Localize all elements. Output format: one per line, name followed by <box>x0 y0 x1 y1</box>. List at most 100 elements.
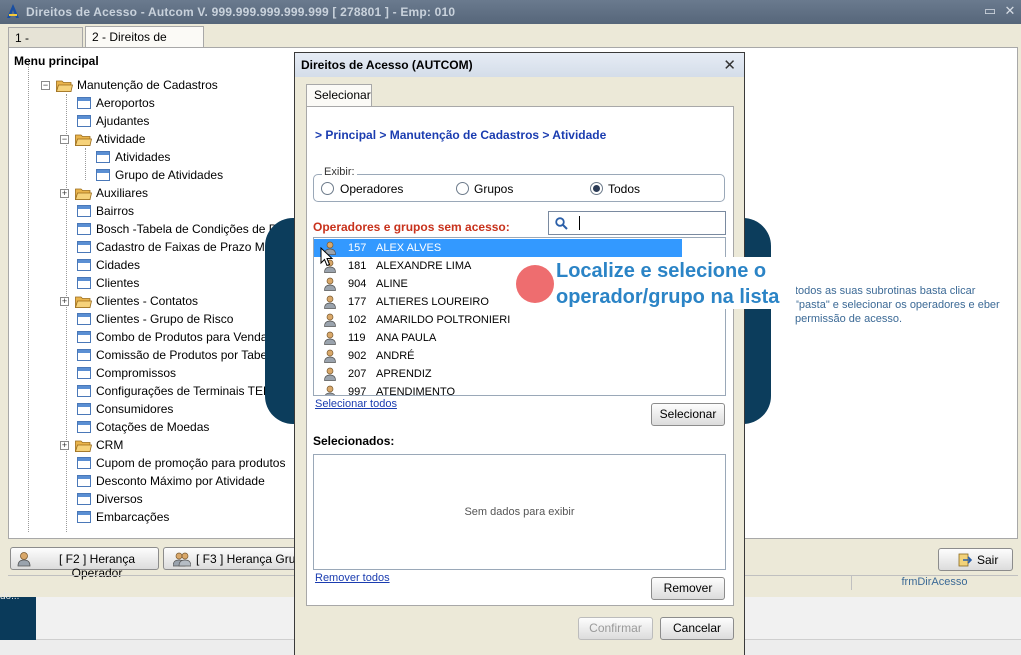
tree-item[interactable]: Combo de Produtos para Venda <box>96 328 267 346</box>
operator-code: 904 <box>348 278 367 290</box>
confirmar-button[interactable]: Confirmar <box>578 617 653 640</box>
search-input[interactable] <box>548 211 726 235</box>
menu-title: Menu principal <box>14 54 99 68</box>
exit-icon <box>958 553 972 567</box>
remover-label: Remover <box>663 581 713 595</box>
tree-guide-line <box>85 148 86 180</box>
selecionar-button[interactable]: Selecionar <box>651 403 725 426</box>
sair-button[interactable]: Sair <box>938 548 1013 571</box>
tree-item[interactable]: Clientes <box>96 274 139 292</box>
tree-item[interactable]: Cupom de promoção para produtos <box>96 454 285 472</box>
tree-item[interactable]: Grupo de Atividades <box>115 166 223 184</box>
dialog-close-icon[interactable]: ✕ <box>723 56 736 74</box>
window-close-button[interactable]: ✕ <box>1003 4 1017 18</box>
mouse-pointer-icon <box>320 247 334 267</box>
tree-item[interactable]: Aeroportos <box>96 94 155 112</box>
tree-item[interactable]: Configurações de Terminais TEF <box>96 382 270 400</box>
expand-icon[interactable]: + <box>60 189 69 198</box>
tree-item[interactable]: Cadastro de Faixas de Prazo Méd <box>96 238 278 256</box>
operator-row[interactable]: 997 ATENDIMENTO <box>314 383 682 395</box>
user-icon <box>324 331 336 345</box>
form-icon <box>77 511 91 523</box>
radio-grupos[interactable] <box>456 182 469 195</box>
annotation-dot <box>516 265 554 303</box>
tab-pesquisar[interactable]: 1 - Pesquisar <box>8 27 83 65</box>
operator-row[interactable]: 102 AMARILDO POLTRONIERI <box>314 311 682 329</box>
text-cursor <box>579 216 580 230</box>
tree-item[interactable]: Compromissos <box>96 364 176 382</box>
user-icon <box>324 349 336 363</box>
form-icon <box>77 349 91 361</box>
annotation-line-1: Localize e selecione o <box>556 260 767 282</box>
radio-todos-label[interactable]: Todos <box>608 182 640 196</box>
operator-row[interactable]: 119 ANA PAULA <box>314 329 682 347</box>
form-icon <box>96 169 110 181</box>
collapse-icon[interactable]: − <box>41 81 50 90</box>
tree-item[interactable]: Consumidores <box>96 400 173 418</box>
expand-icon[interactable]: + <box>60 297 69 306</box>
tree-item[interactable]: Cidades <box>96 256 140 274</box>
tree-item[interactable]: Ajudantes <box>96 112 149 130</box>
tree-item[interactable]: CRM <box>96 436 123 454</box>
selected-title: Selecionados: <box>313 434 395 448</box>
title-bar: Direitos de Acesso - Autcom V. 999.999.9… <box>0 0 1021 24</box>
tree-item[interactable]: Comissão de Produtos por Tabe <box>96 346 267 364</box>
select-all-link[interactable]: Selecionar todos <box>315 398 397 410</box>
collapse-icon[interactable]: − <box>60 135 69 144</box>
operator-name: ALTIERES LOUREIRO <box>376 296 489 308</box>
form-icon <box>77 115 91 127</box>
tree-item[interactable]: Clientes - Contatos <box>96 292 198 310</box>
dialog-title-bar: Direitos de Acesso (AUTCOM) ✕ <box>295 53 744 77</box>
form-icon <box>96 151 110 163</box>
folder-icon <box>75 188 92 200</box>
operator-code: 902 <box>348 350 367 362</box>
operator-code: 157 <box>348 242 367 254</box>
radio-operadores-label[interactable]: Operadores <box>340 182 403 196</box>
tree-item[interactable]: Embarcações <box>96 508 169 526</box>
restore-button[interactable]: ▭ <box>983 4 997 18</box>
heranca-grupo-button[interactable]: [ F3 ] Herança Grupo <box>163 547 309 570</box>
tree-guide-line <box>66 94 67 532</box>
dialog-title: Direitos de Acesso (AUTCOM) <box>301 58 473 72</box>
folder-icon <box>75 440 92 452</box>
cancelar-button[interactable]: Cancelar <box>660 617 734 640</box>
form-icon <box>77 385 91 397</box>
section-title-sem-acesso: Operadores e grupos sem acesso: <box>313 220 510 234</box>
form-icon <box>77 457 91 469</box>
tree-item[interactable]: Bairros <box>96 202 134 220</box>
confirmar-label: Confirmar <box>589 621 642 635</box>
tree-item[interactable]: Clientes - Grupo de Risco <box>96 310 233 328</box>
tab-selecionar[interactable]: Selecionar <box>306 84 372 106</box>
tree-item[interactable]: Auxiliares <box>96 184 148 202</box>
operator-name: ALINE <box>376 278 408 290</box>
cancelar-label: Cancelar <box>672 621 722 635</box>
user-icon <box>17 552 31 567</box>
remover-button[interactable]: Remover <box>651 577 725 600</box>
operator-row[interactable]: 157 ALEX ALVES <box>314 239 682 257</box>
radio-todos[interactable] <box>590 182 603 195</box>
annotation-text: Localize e selecione o operador/grupo na… <box>556 258 779 310</box>
operator-code: 102 <box>348 314 367 326</box>
radio-grupos-label[interactable]: Grupos <box>474 182 513 196</box>
folder-icon <box>56 80 73 92</box>
tree-item[interactable]: Cotações de Moedas <box>96 418 209 436</box>
tree-item[interactable]: Manutenção de Cadastros <box>77 76 218 94</box>
tree-item[interactable]: Bosch -Tabela de Condições de Pa <box>96 220 283 238</box>
help-description: todos as suas subrotinas basta clicar "p… <box>795 285 1000 325</box>
exibir-label: Exibir: <box>322 166 357 178</box>
tree-item[interactable]: Atividades <box>115 148 170 166</box>
operator-row[interactable]: 207 APRENDIZ <box>314 365 682 383</box>
footer-left-text: do... <box>0 591 20 602</box>
heranca-operador-button[interactable]: [ F2 ] Herança Operador <box>10 547 159 580</box>
remove-all-link[interactable]: Remover todos <box>315 572 390 584</box>
tab-direitos-de-acesso[interactable]: 2 - Direitos de Acesso <box>85 26 204 64</box>
expand-icon[interactable]: + <box>60 441 69 450</box>
tree-item[interactable]: Diversos <box>96 490 143 508</box>
form-icon <box>77 367 91 379</box>
breadcrumb: > Principal > Manutenção de Cadastros > … <box>315 128 607 142</box>
tree-item[interactable]: Desconto Máximo por Atividade <box>96 472 265 490</box>
app-logo-icon <box>7 4 19 18</box>
operator-row[interactable]: 902 ANDRÉ <box>314 347 682 365</box>
tree-item[interactable]: Atividade <box>96 130 145 148</box>
radio-operadores[interactable] <box>321 182 334 195</box>
